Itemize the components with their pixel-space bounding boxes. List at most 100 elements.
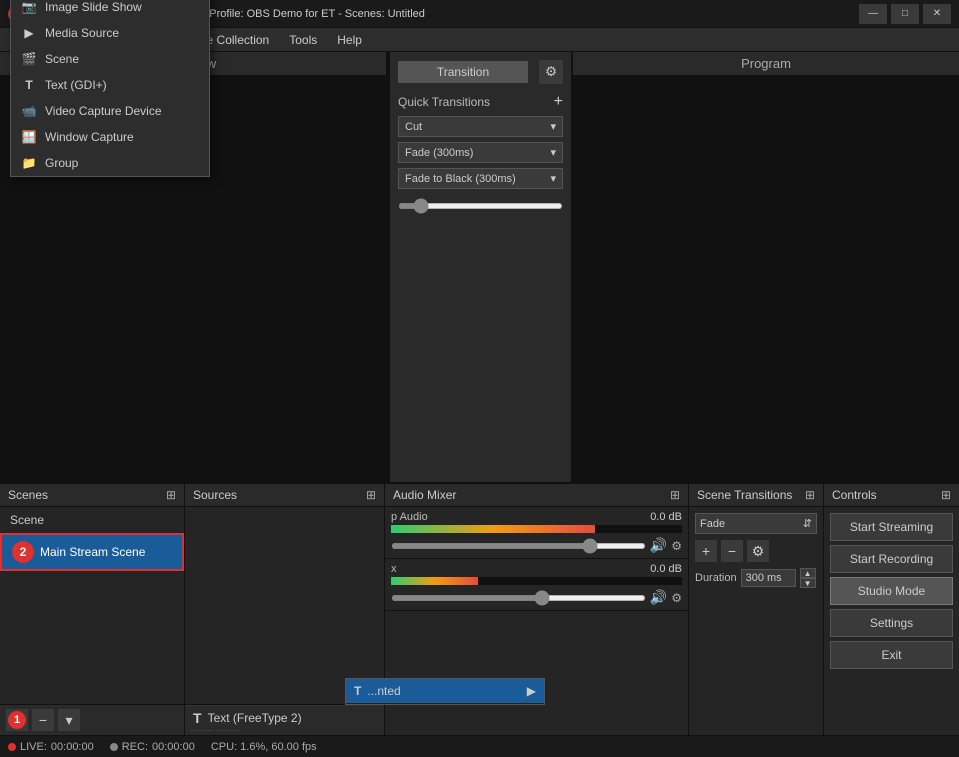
scenes-panel-icon[interactable]: ⊞ — [166, 488, 176, 502]
duration-up[interactable]: ▲ — [800, 568, 816, 578]
submenu-nted-item[interactable]: T ...nted ▶ — [346, 679, 544, 704]
scene-transitions-settings[interactable]: ⚙ — [747, 540, 769, 562]
menu-video-capture[interactable]: 📹 Video Capture Device — [11, 98, 209, 124]
bottom-panel: Scenes ⊞ Scene 2 Main Stream Scene 1 — [0, 482, 959, 735]
duration-input[interactable] — [741, 569, 796, 587]
menu-media-source[interactable]: ▶ Media Source — [11, 20, 209, 46]
transition-slider[interactable] — [398, 203, 563, 209]
audio-mixer-panel-icon[interactable]: ⊞ — [670, 488, 680, 502]
audio-channel-1: p Audio 0.0 dB 🔊 ⚙ — [385, 507, 688, 559]
quick-transitions-row: Quick Transitions + — [398, 93, 563, 111]
scenes-add-button[interactable]: 1 — [6, 709, 28, 731]
sources-panel-icon[interactable]: ⊞ — [366, 488, 376, 502]
scene-item-main-stream[interactable]: 2 Main Stream Scene — [0, 533, 184, 571]
program-section: Program — [573, 52, 959, 482]
scenes-remove-button[interactable]: − — [32, 709, 54, 731]
start-recording-button[interactable]: Start Recording — [830, 545, 953, 573]
scene-transitions-add-icon: + — [702, 543, 710, 559]
group-label: Group — [45, 156, 78, 170]
audio-controls-2: 🔊 ⚙ — [391, 589, 682, 606]
menu-window-capture[interactable]: 🪟 Window Capture — [11, 124, 209, 150]
submenu-arrow-icon: ▶ — [527, 684, 536, 698]
sources-list — [185, 507, 384, 704]
main-content: Preview 4 🎤 Audio Input Capture 🔊 Audio … — [0, 52, 959, 757]
text-gdi-label: Text (GDI+) — [45, 78, 107, 92]
duration-label: Duration — [695, 572, 737, 584]
menu-tools[interactable]: Tools — [279, 28, 327, 51]
audio-channel-2-name: x — [391, 563, 397, 575]
controls-panel: Controls ⊞ Start Streaming Start Recordi… — [824, 484, 959, 735]
transition-gear-button[interactable]: ⚙ — [539, 60, 563, 84]
minimize-button[interactable]: — — [859, 4, 887, 24]
program-canvas — [573, 75, 959, 482]
exit-button[interactable]: Exit — [830, 641, 953, 669]
quick-transitions-label: Quick Transitions — [398, 95, 490, 109]
scene-icon: 🎬 — [21, 51, 37, 67]
submenu-nted-icon: T — [354, 684, 361, 698]
submenu-container: T ...nted ▶ — [345, 678, 545, 705]
start-streaming-button[interactable]: Start Streaming — [830, 513, 953, 541]
audio-mixer-title: Audio Mixer — [393, 488, 456, 502]
audio-mute-2[interactable]: 🔊 — [650, 589, 667, 606]
cut-dropdown[interactable]: Cut ▾ — [398, 116, 563, 137]
menu-image-slide-show[interactable]: 📷 Image Slide Show — [11, 0, 209, 20]
studio-mode-button[interactable]: Studio Mode — [830, 577, 953, 605]
scene-transitions-header: Scene Transitions ⊞ — [689, 484, 823, 507]
preview-section: Preview 4 🎤 Audio Input Capture 🔊 Audio … — [0, 52, 388, 482]
fade-black-dropdown[interactable]: Fade to Black (300ms) ▾ — [398, 168, 563, 189]
sources-panel: Sources ⊞ 3 − T ... — [185, 484, 385, 735]
freetype-bar[interactable]: T Text (FreeType 2) — [185, 705, 384, 730]
status-bar: LIVE: 00:00:00 REC: 00:00:00 CPU: 1.6%, … — [0, 735, 959, 757]
fade-dropdown[interactable]: Fade (300ms) ▾ — [398, 142, 563, 163]
quick-transitions-add-button[interactable]: + — [554, 93, 563, 111]
audio-slider-1[interactable] — [391, 543, 646, 549]
fade-black-arrow-icon: ▾ — [550, 172, 556, 185]
transition-type-arrows: ⇵ — [803, 517, 812, 530]
audio-channel-2-header: x 0.0 dB — [391, 563, 682, 575]
transition-button[interactable]: Transition — [398, 61, 528, 83]
menu-group[interactable]: 📁 Group — [11, 150, 209, 176]
audio-settings-2[interactable]: ⚙ — [671, 591, 682, 605]
live-time: 00:00:00 — [51, 741, 94, 753]
maximize-button[interactable]: □ — [891, 4, 919, 24]
sources-panel-title: Sources — [193, 488, 237, 502]
controls-panel-icon[interactable]: ⊞ — [941, 488, 951, 502]
scenes-panel: Scenes ⊞ Scene 2 Main Stream Scene 1 — [0, 484, 185, 735]
audio-channel-1-db: 0.0 dB — [650, 511, 682, 523]
audio-slider-2[interactable] — [391, 595, 646, 601]
scenes-panel-header: Scenes ⊞ — [0, 484, 184, 507]
scene-transitions-remove[interactable]: − — [721, 540, 743, 562]
scenes-down-button[interactable]: ▾ — [58, 709, 80, 731]
media-source-label: Media Source — [45, 26, 119, 40]
menu-help[interactable]: Help — [327, 28, 372, 51]
scene-item-scene[interactable]: Scene — [0, 507, 184, 533]
rec-label: REC: — [122, 741, 148, 753]
freetype-icon: T — [193, 710, 202, 726]
rec-time: 00:00:00 — [152, 741, 195, 753]
scene-transitions-add[interactable]: + — [695, 540, 717, 562]
text-gdi-icon: T — [21, 77, 37, 93]
scene-item-main-stream-label: Main Stream Scene — [40, 545, 145, 559]
menu-scene[interactable]: 🎬 Scene — [11, 46, 209, 72]
settings-button[interactable]: Settings — [830, 609, 953, 637]
transition-type-dropdown[interactable]: Fade ⇵ — [695, 513, 817, 534]
controls-content: Start Streaming Start Recording Studio M… — [824, 507, 959, 675]
transition-slider-container — [398, 198, 563, 212]
sources-panel-header: Sources ⊞ — [185, 484, 384, 507]
scenes-add-icon: 1 — [8, 711, 26, 729]
image-slide-show-icon: 📷 — [21, 0, 37, 15]
audio-settings-1[interactable]: ⚙ — [671, 539, 682, 553]
close-button[interactable]: ✕ — [923, 4, 951, 24]
cut-arrow-icon: ▾ — [550, 120, 556, 133]
window-controls: — □ ✕ — [859, 4, 951, 24]
menu-text-gdi[interactable]: T Text (GDI+) — [11, 72, 209, 98]
cut-label: Cut — [405, 121, 422, 133]
live-status: LIVE: 00:00:00 — [8, 741, 94, 753]
scene-transitions-icon[interactable]: ⊞ — [805, 488, 815, 502]
scene-transitions-content: Fade ⇵ + − ⚙ Duration — [689, 507, 823, 594]
audio-mute-1[interactable]: 🔊 — [650, 537, 667, 554]
duration-down[interactable]: ▼ — [800, 578, 816, 588]
scene-item-scene-label: Scene — [10, 513, 44, 527]
window-capture-label: Window Capture — [45, 130, 134, 144]
scenes-panel-title: Scenes — [8, 488, 48, 502]
